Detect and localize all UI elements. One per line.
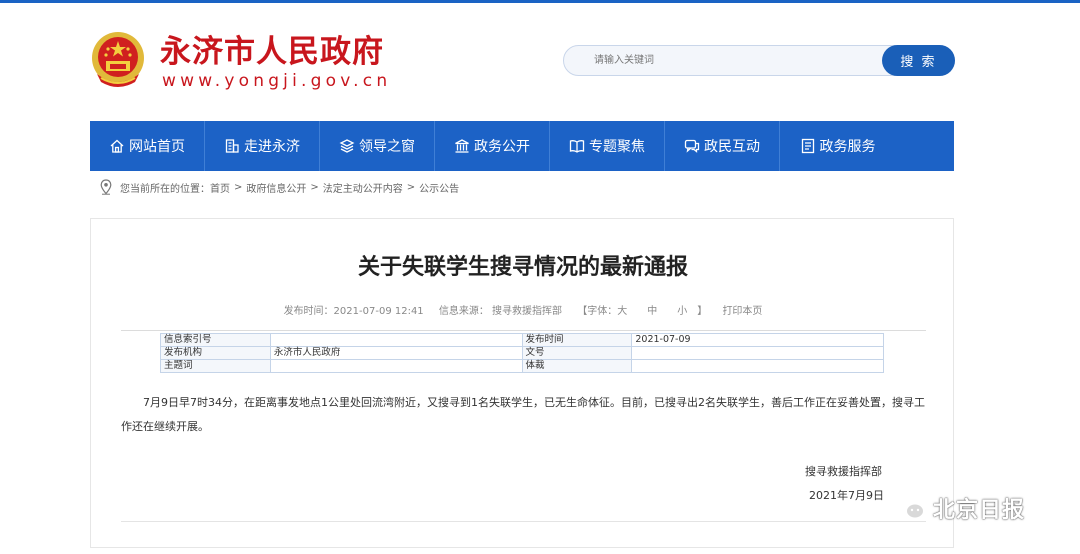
font-size-small[interactable]: 小 xyxy=(677,306,687,317)
home-icon xyxy=(110,139,124,153)
font-size-large[interactable]: 大 xyxy=(617,306,627,317)
signature-date: 2021年7月9日 xyxy=(809,489,884,502)
breadcrumb-separator: > xyxy=(234,181,243,193)
font-size-medium[interactable]: 中 xyxy=(647,306,657,317)
site-url[interactable]: www.yongji.gov.cn xyxy=(162,71,391,91)
layers-icon xyxy=(339,139,355,153)
table-cell xyxy=(269,333,523,347)
national-emblem-icon xyxy=(92,32,144,87)
breadcrumb-separator: > xyxy=(406,181,416,193)
print-page-link[interactable]: 打印本页 xyxy=(722,306,762,317)
chat-icon xyxy=(684,139,700,153)
publish-time: 发布时间：2021-07-09 12:41 xyxy=(283,306,424,317)
table-cell: 主题词 xyxy=(160,359,271,373)
table-cell: 文号 xyxy=(521,346,633,360)
breadcrumb-item-home[interactable]: 首页 xyxy=(210,180,230,195)
nav-item-label: 网站首页 xyxy=(129,139,185,155)
breadcrumb: 您当前所在的位置： 首页 > 政府信息公开 > 法定主动公开内容 > 公示公告 xyxy=(100,179,459,195)
breadcrumb-item-statutory[interactable]: 法定主动公开内容 xyxy=(323,180,403,195)
nav-item-services[interactable]: 政务服务 xyxy=(780,121,895,171)
table-row: 主题词 体裁 xyxy=(160,359,884,373)
table-cell: 永济市人民政府 xyxy=(269,346,523,360)
breadcrumb-item-gov-info[interactable]: 政府信息公开 xyxy=(246,180,306,195)
wechat-icon xyxy=(894,495,925,520)
table-cell: 体裁 xyxy=(521,359,633,373)
info-source: 信息来源： 搜寻救援指挥部 xyxy=(438,306,563,317)
nav-item-about[interactable]: 走进永济 xyxy=(205,121,320,171)
signature-org: 搜寻救援指挥部 xyxy=(805,465,882,478)
table-cell xyxy=(269,359,523,373)
site-name[interactable]: 永济市人民政府 xyxy=(160,34,384,70)
article-title: 关于失联学生搜寻情况的最新通报 xyxy=(357,255,688,280)
nav-item-topics[interactable]: 专题聚焦 xyxy=(550,121,665,171)
book-icon xyxy=(569,140,585,153)
info-table: 信息索引号 发布时间 2021-07-09 发布机构 永济市人民政府 文号 主题… xyxy=(160,333,884,373)
service-icon xyxy=(801,138,814,154)
nav-item-label: 走进永济 xyxy=(244,139,300,155)
watermark-text: 北京日报 xyxy=(933,498,1026,523)
location-pin-icon xyxy=(100,179,112,195)
nav-item-label: 政务公开 xyxy=(474,139,530,155)
nav-item-interaction[interactable]: 政民互动 xyxy=(665,121,780,171)
table-row: 信息索引号 发布时间 2021-07-09 xyxy=(160,333,884,347)
watermark: 北京日报 xyxy=(893,492,1025,524)
nav-item-label: 专题聚焦 xyxy=(589,139,645,155)
article-body: 7月9日早7时34分，在距离事发地点1公里处回流湾附近，又搜寻到1名失联学生，已… xyxy=(121,396,925,433)
breadcrumb-item-notices[interactable]: 公示公告 xyxy=(419,180,459,195)
article-bottom-divider xyxy=(121,521,926,522)
search-input[interactable] xyxy=(578,47,878,74)
table-cell: 信息索引号 xyxy=(160,333,271,347)
table-row: 发布机构 永济市人民政府 文号 xyxy=(160,346,884,360)
breadcrumb-separator: > xyxy=(310,181,319,193)
table-cell xyxy=(631,359,884,373)
nav-item-open-government[interactable]: 政务公开 xyxy=(435,121,550,171)
breadcrumb-prefix: 您当前所在的位置： xyxy=(120,183,210,195)
meta-divider xyxy=(121,330,926,331)
search-box: 搜 索 xyxy=(563,45,955,76)
article-panel: 关于失联学生搜寻情况的最新通报 发布时间：2021-07-09 12:41 信息… xyxy=(90,218,954,548)
nav-item-label: 领导之窗 xyxy=(359,139,415,155)
table-cell xyxy=(631,346,884,360)
building-icon xyxy=(225,139,239,153)
top-accent-line xyxy=(0,0,1080,3)
government-icon xyxy=(455,139,469,153)
nav-item-home[interactable]: 网站首页 xyxy=(90,121,205,171)
table-cell: 发布机构 xyxy=(160,346,271,360)
search-button[interactable]: 搜 索 xyxy=(882,45,955,76)
table-cell: 发布时间 xyxy=(521,333,633,347)
article-meta: 发布时间：2021-07-09 12:41 信息来源： 搜寻救援指挥部 【字体：… xyxy=(91,302,955,317)
nav-item-leaders[interactable]: 领导之窗 xyxy=(320,121,435,171)
nav-item-label: 政务服务 xyxy=(819,139,876,155)
table-cell: 2021-07-09 xyxy=(631,333,884,347)
main-nav: 网站首页 走进永济 领导之窗 政务公开 专题聚焦 政民互动 政务服务 xyxy=(90,121,954,171)
nav-item-label: 政民互动 xyxy=(704,139,760,155)
font-size-close: 】 xyxy=(697,306,708,317)
font-size-label: 【字体： xyxy=(577,306,618,317)
